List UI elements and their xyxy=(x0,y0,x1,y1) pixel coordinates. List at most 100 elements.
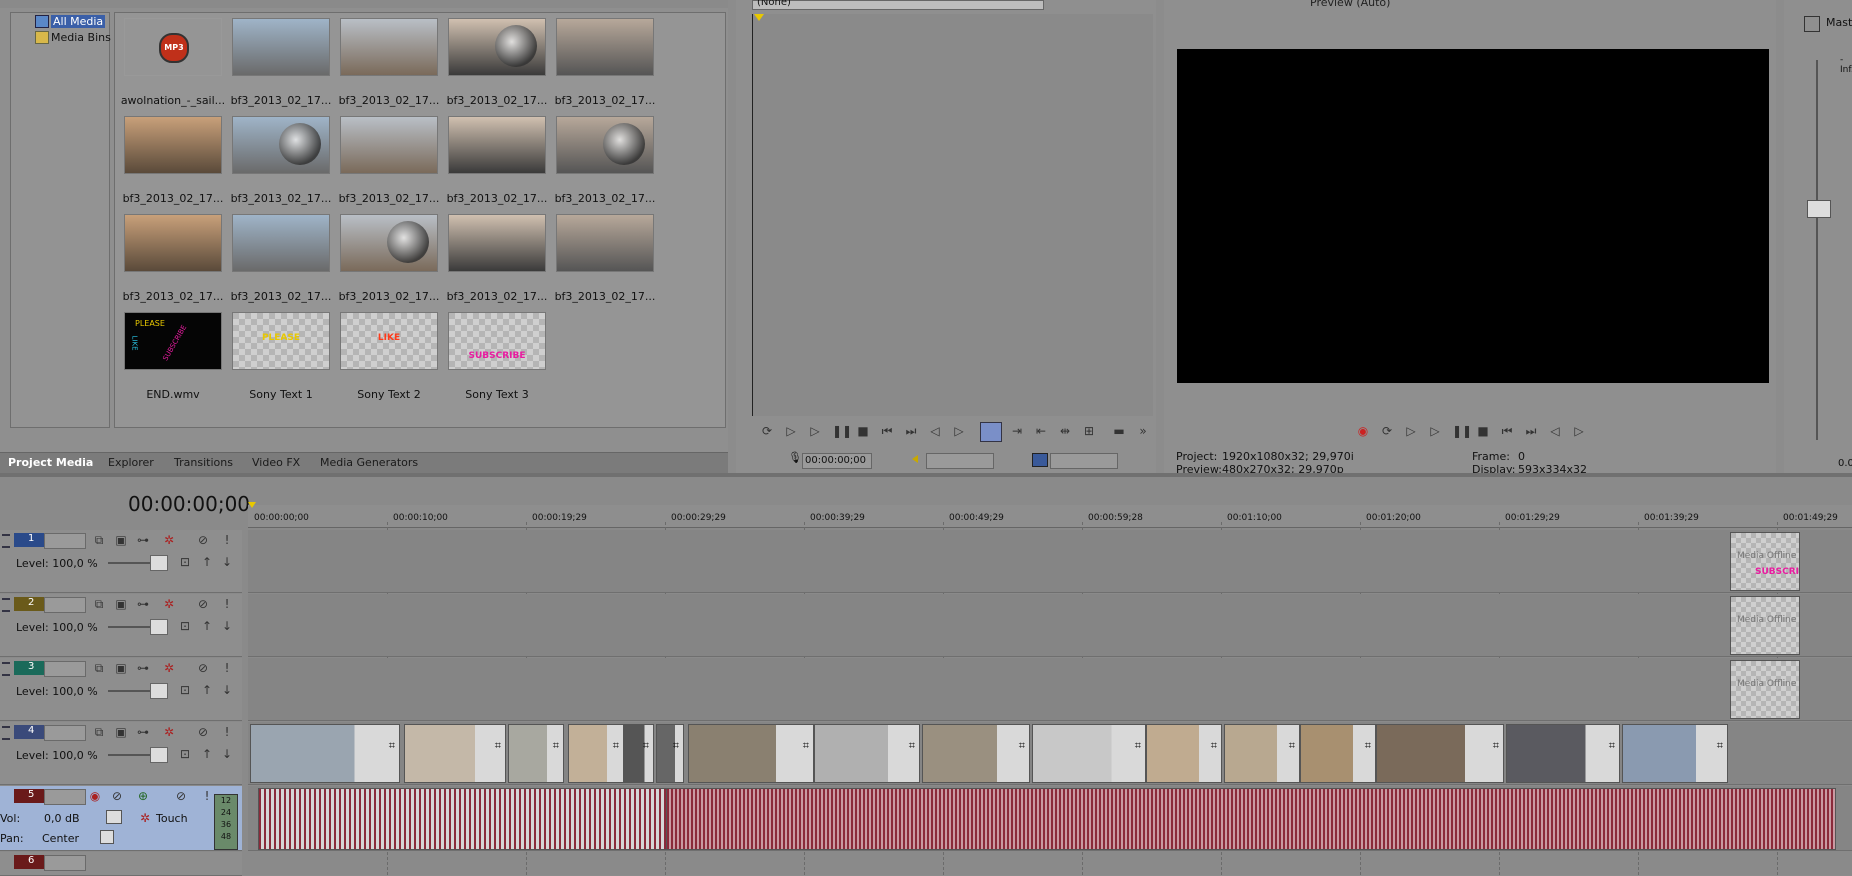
level-slider-thumb[interactable] xyxy=(150,555,168,571)
insert-icon[interactable]: ⇤ xyxy=(1034,424,1048,438)
play-from-start-icon[interactable]: ▷ xyxy=(784,424,798,438)
preview-mode-label[interactable]: Preview (Auto) xyxy=(1310,0,1390,9)
vol-slider-thumb[interactable] xyxy=(106,810,122,824)
crop-icon[interactable]: ⌗ xyxy=(909,739,915,753)
drag-handle-icon[interactable] xyxy=(2,662,10,676)
mute-icon[interactable]: ⊘ xyxy=(196,597,210,611)
track-name-field[interactable] xyxy=(44,533,86,549)
pause-icon[interactable]: ❚❚ xyxy=(832,424,852,438)
media-thumbnail[interactable] xyxy=(448,18,546,76)
more-icon[interactable]: » xyxy=(1136,424,1150,438)
media-thumbnail[interactable] xyxy=(556,116,654,174)
trim-mode-icon[interactable] xyxy=(980,422,1002,442)
tab-video-fx[interactable]: Video FX xyxy=(252,456,300,469)
tab-explorer[interactable]: Explorer xyxy=(108,456,154,469)
media-thumbnail[interactable]: PLEASE xyxy=(232,312,330,370)
media-thumbnail[interactable] xyxy=(232,116,330,174)
solo-icon[interactable]: ! xyxy=(220,597,234,611)
video-track-header[interactable]: 1 ⧉ ▣ ⊶ ✲ ⊘! Level: 100,0 % ⊡ ↑ ↓ xyxy=(0,530,242,593)
loop-icon[interactable]: ⟳ xyxy=(1380,424,1394,438)
next-frame-icon[interactable]: ▷ xyxy=(952,424,966,438)
media-thumbnail[interactable]: PLEASE LIKE SUBSCRIBE xyxy=(124,312,222,370)
video-clip[interactable]: ⌗ xyxy=(1224,724,1300,783)
media-thumbnail[interactable]: SUBSCRIBE xyxy=(448,312,546,370)
crop-icon[interactable]: ⌗ xyxy=(803,739,809,753)
down-icon[interactable]: ↓ xyxy=(220,555,234,569)
up-icon[interactable]: ↑ xyxy=(200,619,214,633)
trimmer-source-dropdown[interactable]: (None) xyxy=(752,0,1044,10)
loop-icon[interactable]: ⟳ xyxy=(760,424,774,438)
media-thumbnail[interactable] xyxy=(232,18,330,76)
tab-media-generators[interactable]: Media Generators xyxy=(320,456,418,469)
text-media-clip[interactable]: Media Offline SUBSCRIBE xyxy=(1730,532,1800,591)
crop-icon[interactable]: ⌗ xyxy=(613,739,619,753)
audio-track-lane[interactable] xyxy=(248,786,1852,851)
up-icon[interactable]: ↑ xyxy=(200,555,214,569)
compositing-icon[interactable]: ⊶ xyxy=(136,597,150,611)
settings-gear-icon[interactable]: ✲ xyxy=(162,725,176,739)
crop-icon[interactable]: ⌗ xyxy=(673,739,679,753)
mute-icon[interactable]: ⊘ xyxy=(196,725,210,739)
mute-icon[interactable]: ⊘ xyxy=(174,789,188,803)
video-track-lane[interactable]: ⌗ ⌗ ⌗ ⌗ ⌗ ⌗ ⌗ ⌗ ⌗ ⌗ ⌗ ⌗ ⌗ ⌗ ⌗ ⌗ xyxy=(248,722,1852,785)
go-to-start-icon[interactable]: ⏮ xyxy=(1500,424,1514,438)
track-name-field[interactable] xyxy=(44,661,86,677)
tab-project-media[interactable]: Project Media xyxy=(8,456,93,469)
fx-icon[interactable]: ▣ xyxy=(114,661,128,675)
crop-icon[interactable]: ⌗ xyxy=(1609,739,1615,753)
crop-icon[interactable]: ⌗ xyxy=(1211,739,1217,753)
audio-clip[interactable] xyxy=(258,788,668,850)
fx-icon[interactable]: ▣ xyxy=(114,597,128,611)
solo-icon[interactable]: ! xyxy=(220,533,234,547)
media-thumbnail[interactable]: LIKE xyxy=(340,312,438,370)
trimmer-in-field[interactable] xyxy=(926,453,994,469)
media-thumbnail[interactable] xyxy=(556,214,654,272)
video-track-lane[interactable]: Media Offline xyxy=(248,658,1852,721)
video-clip[interactable]: ⌗ xyxy=(1146,724,1222,783)
compositing-icon[interactable]: ⊶ xyxy=(136,661,150,675)
compositing-icon[interactable]: ⊶ xyxy=(136,533,150,547)
track-name-field[interactable] xyxy=(44,855,86,871)
go-to-end-icon[interactable]: ⏭ xyxy=(904,424,918,438)
automation-icon[interactable]: ⊕ xyxy=(136,789,150,803)
media-thumbnail[interactable] xyxy=(340,116,438,174)
play-icon[interactable]: ▷ xyxy=(808,424,822,438)
media-thumbnail[interactable] xyxy=(556,18,654,76)
media-thumbnail[interactable] xyxy=(340,18,438,76)
crop-icon[interactable]: ⌗ xyxy=(1493,739,1499,753)
media-thumbnail[interactable] xyxy=(124,214,222,272)
settings-gear-icon[interactable]: ✲ xyxy=(162,597,176,611)
video-track-lane[interactable]: Media Offline xyxy=(248,594,1852,657)
arm-record-icon[interactable]: ◉ xyxy=(88,789,102,803)
audio-clip[interactable] xyxy=(666,788,1836,850)
crop-icon[interactable]: ⌗ xyxy=(553,739,559,753)
text-media-clip[interactable]: Media Offline xyxy=(1730,596,1800,655)
media-thumbnail[interactable] xyxy=(232,214,330,272)
settings-gear-icon[interactable]: ✲ xyxy=(162,533,176,547)
mute-icon[interactable]: ⊘ xyxy=(196,533,210,547)
video-clip[interactable]: ⌗ xyxy=(1376,724,1504,783)
motion-icon[interactable]: ⧉ xyxy=(92,533,106,547)
track-name-field[interactable] xyxy=(44,597,86,613)
stop-icon[interactable]: ■ xyxy=(856,424,870,438)
composite-mode-icon[interactable]: ⊡ xyxy=(178,683,192,697)
crop-icon[interactable]: ⌗ xyxy=(1019,739,1025,753)
fx-icon[interactable]: ▣ xyxy=(114,725,128,739)
composite-mode-icon[interactable]: ⊡ xyxy=(178,747,192,761)
pause-icon[interactable]: ❚❚ xyxy=(1452,424,1472,438)
level-slider-thumb[interactable] xyxy=(150,747,168,763)
level-slider-thumb[interactable] xyxy=(150,619,168,635)
video-clip[interactable]: ⌗ xyxy=(656,724,684,783)
media-thumbnail[interactable] xyxy=(448,116,546,174)
track-name-field[interactable] xyxy=(44,725,86,741)
settings-gear-icon[interactable]: ✲ xyxy=(138,811,152,825)
prev-frame-icon[interactable]: ◁ xyxy=(1548,424,1562,438)
trimmer-length-field[interactable] xyxy=(1050,453,1118,469)
stop-icon[interactable]: ■ xyxy=(1476,424,1490,438)
video-clip[interactable]: ⌗ xyxy=(624,724,654,783)
video-clip[interactable]: ⌗ xyxy=(1506,724,1620,783)
go-to-end-icon[interactable]: ⏭ xyxy=(1524,424,1538,438)
fit-icon[interactable]: ⊞ xyxy=(1082,424,1096,438)
settings-gear-icon[interactable]: ✲ xyxy=(162,661,176,675)
solo-icon[interactable]: ! xyxy=(220,661,234,675)
